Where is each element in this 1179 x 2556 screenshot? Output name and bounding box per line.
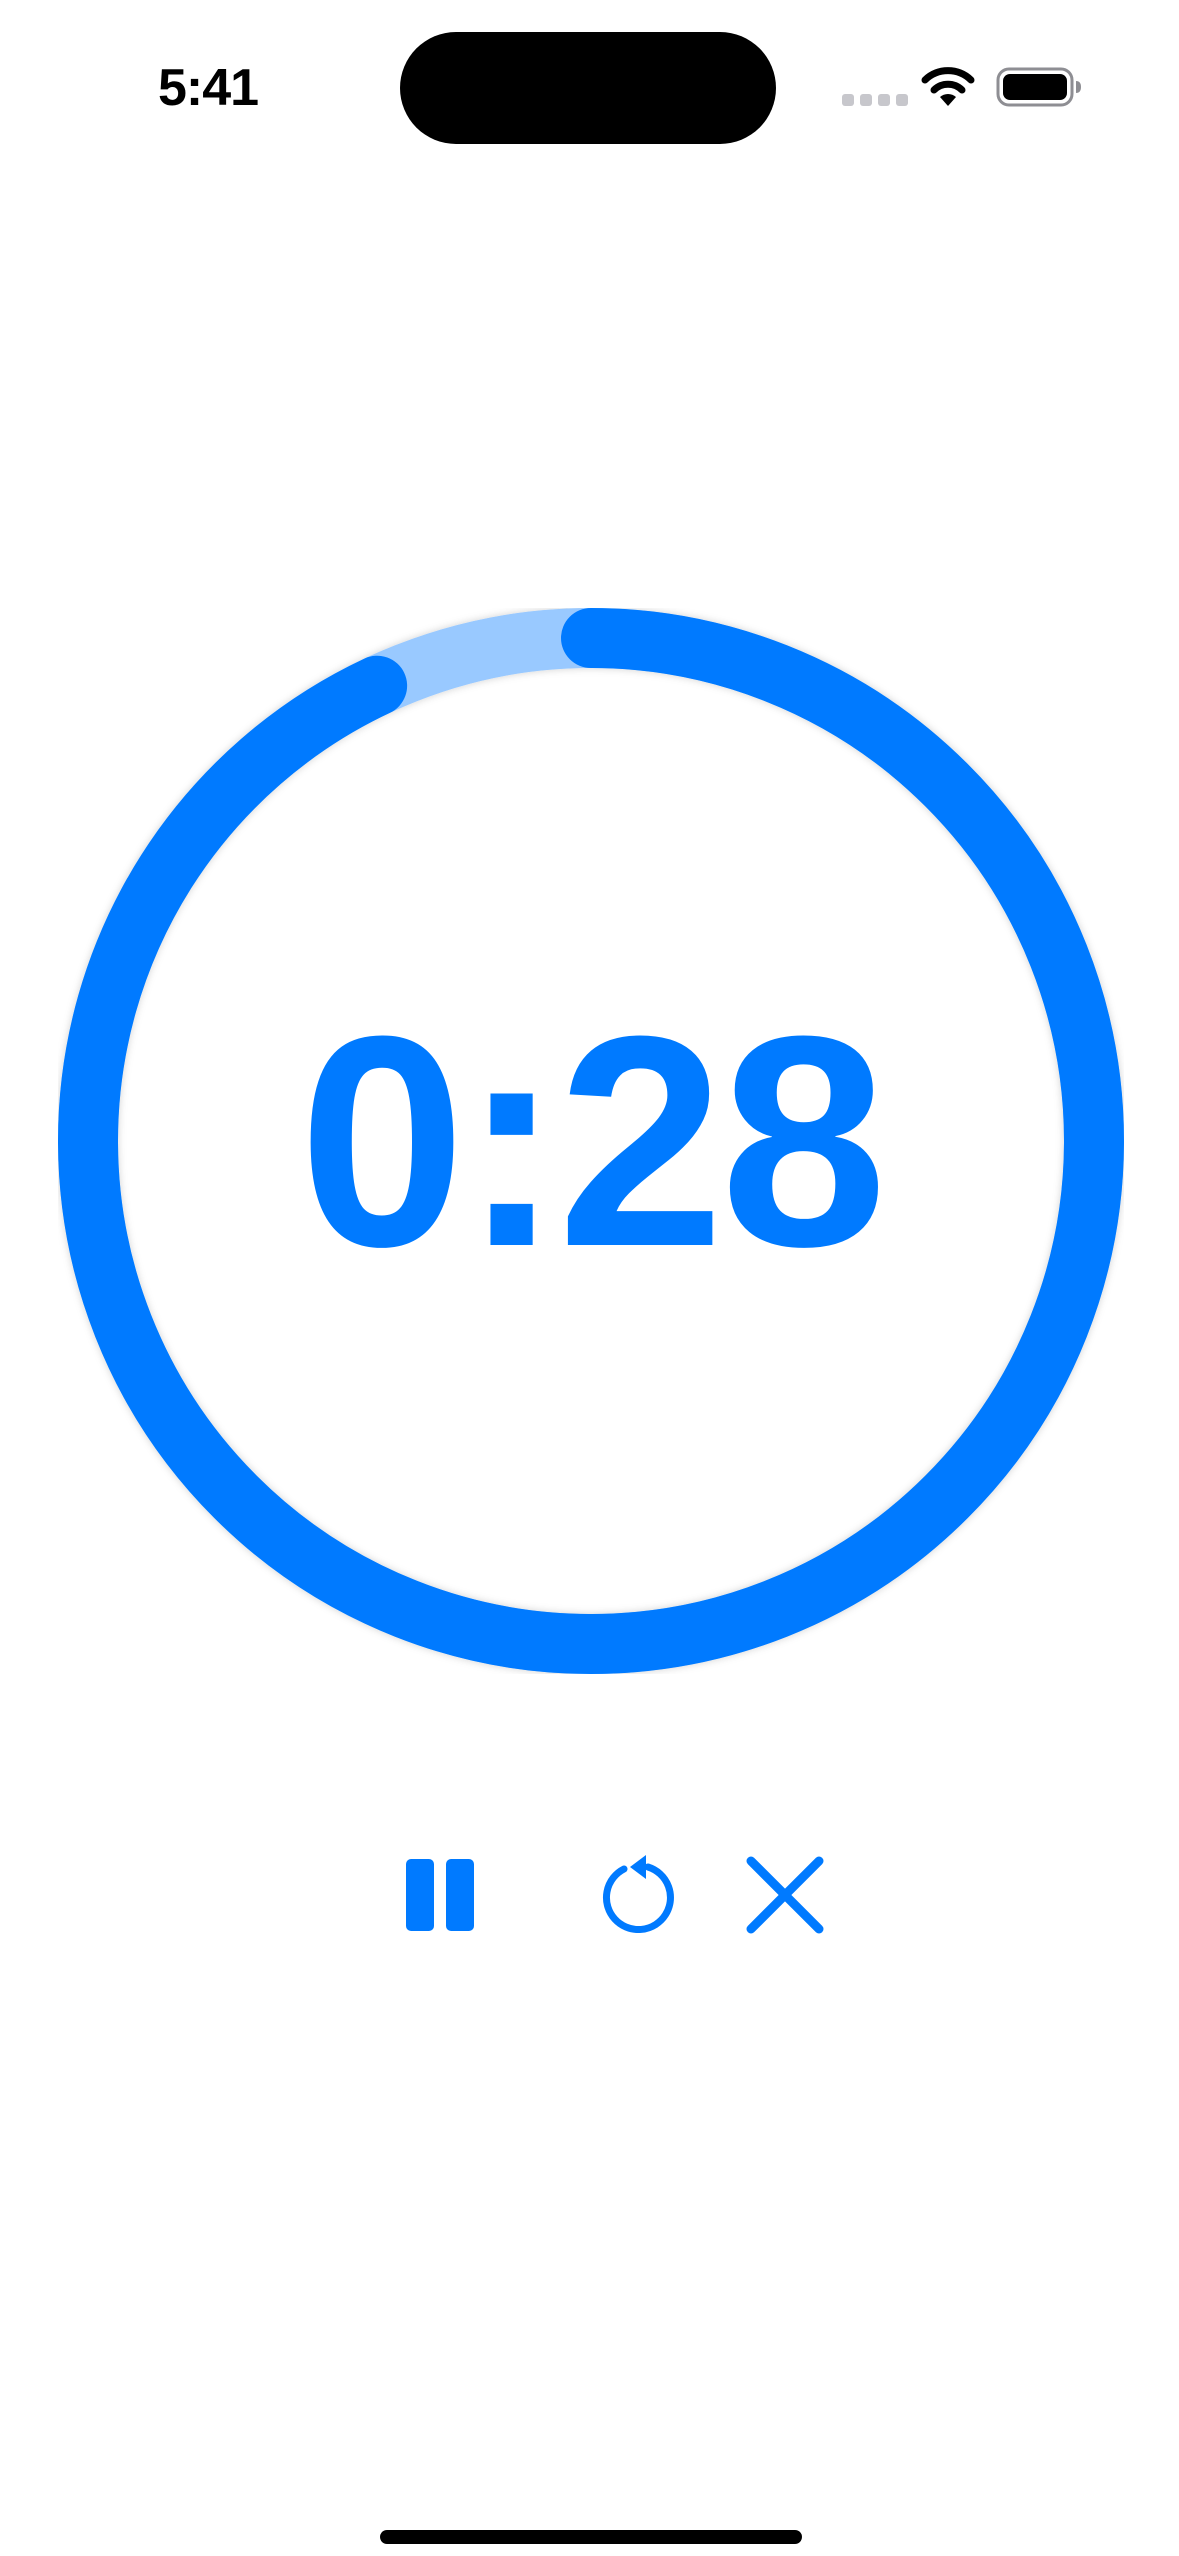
pause-button[interactable] bbox=[385, 1840, 495, 1950]
status-bar: 5:41 bbox=[0, 0, 1179, 175]
dynamic-island bbox=[400, 32, 776, 144]
reset-button[interactable] bbox=[583, 1840, 693, 1950]
arrow-counterclockwise-icon bbox=[603, 1855, 674, 1933]
timer-controls bbox=[0, 1840, 1179, 1950]
home-indicator bbox=[380, 2530, 802, 2544]
timer-remaining-label: 0:28 bbox=[298, 973, 887, 1309]
close-button[interactable] bbox=[730, 1840, 840, 1950]
close-icon bbox=[746, 1856, 824, 1934]
cellular-signal-icon bbox=[842, 94, 908, 106]
wifi-icon bbox=[921, 67, 975, 106]
status-time: 5:41 bbox=[158, 59, 259, 117]
battery-icon bbox=[996, 67, 1081, 107]
pause-icon bbox=[406, 1859, 474, 1931]
